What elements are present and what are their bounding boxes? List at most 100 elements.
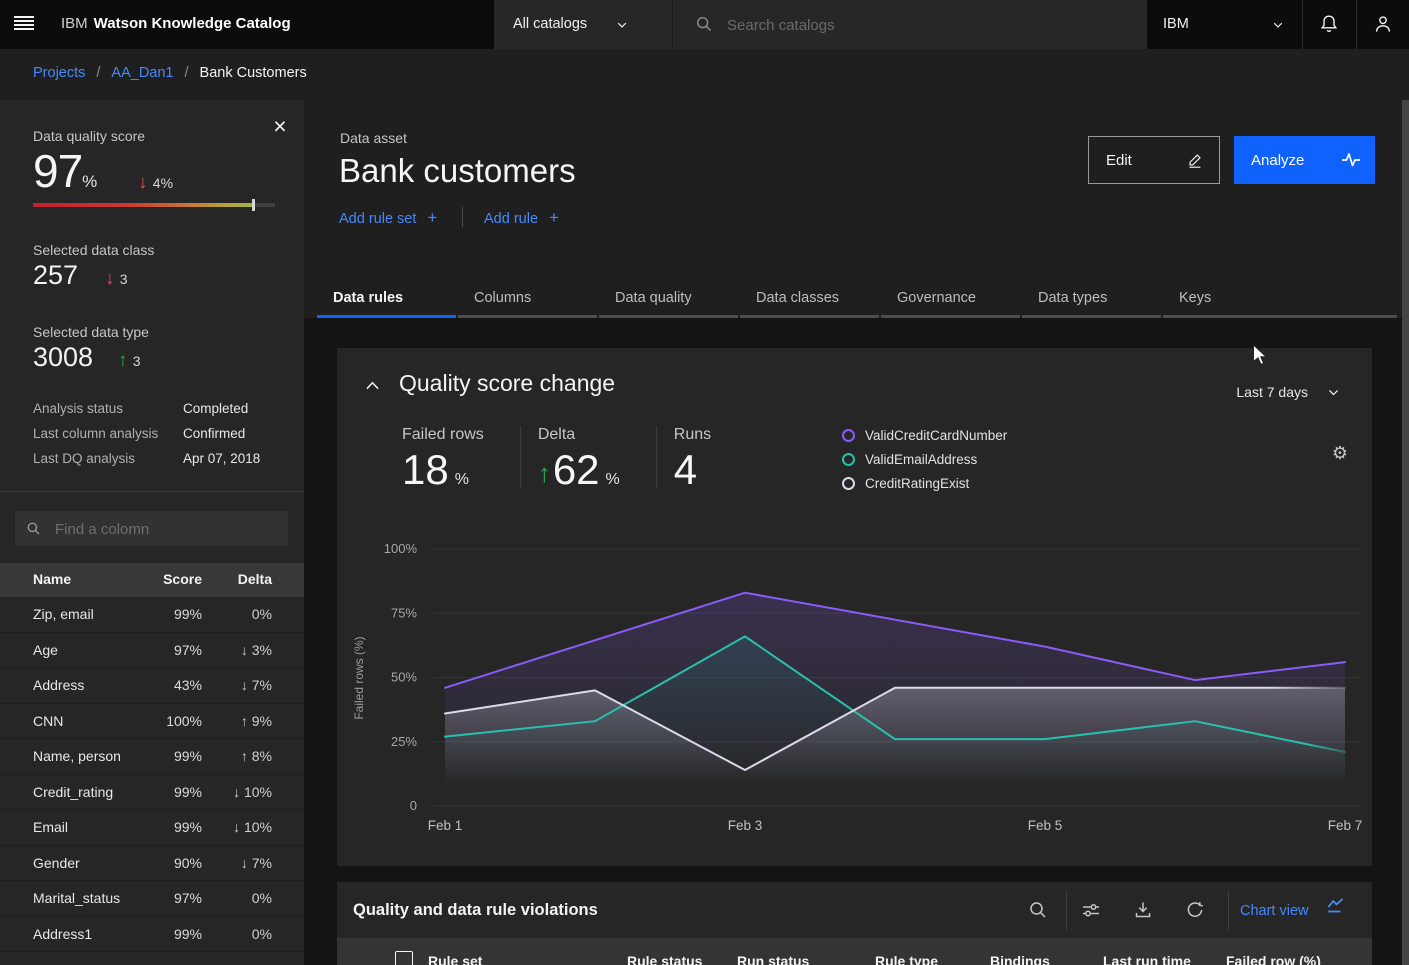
catalog-selector[interactable]: All catalogs xyxy=(494,0,673,49)
violations-column-header[interactable]: Last run time xyxy=(1103,953,1191,965)
breadcrumb-link[interactable]: Projects xyxy=(33,65,85,81)
legend-label: ValidEmailAddress xyxy=(865,452,977,467)
tab[interactable]: Data quality xyxy=(599,280,738,318)
top-bar: IBMWatson Knowledge Catalog All catalogs… xyxy=(0,0,1409,49)
bell-icon xyxy=(1319,14,1339,34)
violations-column-header[interactable]: Rule status xyxy=(627,953,702,965)
svg-text:Feb 3: Feb 3 xyxy=(728,818,763,833)
asset-tabs: Data rulesColumnsData qualityData classe… xyxy=(317,280,1399,318)
violations-column-header[interactable]: Failed row (%) xyxy=(1226,953,1321,965)
menu-icon[interactable] xyxy=(14,16,34,32)
table-row[interactable]: Zip, email 99% 0% xyxy=(0,597,304,633)
column-header-delta[interactable]: Delta xyxy=(220,571,272,587)
breadcrumb-link[interactable]: Bank Customers xyxy=(200,65,307,81)
chevron-down-icon xyxy=(1327,386,1340,399)
column-header-name[interactable]: Name xyxy=(33,571,71,587)
catalog-search-block: All catalogs xyxy=(494,0,1147,49)
column-name: Age xyxy=(33,642,58,658)
stat-block: Delta 62 % xyxy=(521,426,657,489)
table-row[interactable]: Gender 90% 7% xyxy=(0,846,304,882)
legend-ring-icon xyxy=(842,453,855,466)
column-search-input[interactable] xyxy=(53,517,282,541)
breadcrumb-link[interactable]: AA_Dan1 xyxy=(111,65,173,81)
search-button[interactable] xyxy=(1022,894,1054,926)
settings-adjust-icon xyxy=(1081,900,1101,920)
column-delta: 0% xyxy=(220,926,272,942)
column-name: Credit_rating xyxy=(33,784,113,800)
tab[interactable]: Columns xyxy=(458,280,597,318)
refresh-button[interactable] xyxy=(1179,894,1211,926)
violations-column-header[interactable]: Bindings xyxy=(990,953,1050,965)
table-row[interactable]: Age 97% 3% xyxy=(0,633,304,669)
column-name: Address1 xyxy=(33,926,92,942)
columns-table: Zip, email 99% 0% Age 97% 3% Address 43%… xyxy=(0,597,304,952)
tab[interactable]: Data rules xyxy=(317,280,456,318)
table-row[interactable]: Address 43% 7% xyxy=(0,668,304,704)
account-menu[interactable]: IBM xyxy=(1147,0,1302,49)
column-name: Email xyxy=(33,819,68,835)
profile-button[interactable] xyxy=(1356,0,1409,49)
legend-item[interactable]: ValidEmailAddress xyxy=(842,452,1007,467)
chart-view-toggle[interactable]: Chart view xyxy=(1240,903,1309,919)
page-scrollbar[interactable] xyxy=(1402,100,1409,965)
failed-rows-line-chart[interactable]: 100%75%50%25%0Failed rows (%)Feb 1Feb 3F… xyxy=(337,534,1372,844)
table-row[interactable]: Marital_status 97% 0% xyxy=(0,881,304,917)
plus-icon: + xyxy=(427,208,437,227)
select-all-checkbox[interactable] xyxy=(395,951,413,965)
column-delta: 10% xyxy=(220,784,272,800)
stat-value: 18 xyxy=(402,451,449,489)
violations-column-header[interactable]: Run status xyxy=(737,953,809,965)
status-label: Last column analysis xyxy=(33,426,158,441)
svg-text:100%: 100% xyxy=(384,541,418,556)
tab[interactable]: Data classes xyxy=(740,280,879,318)
table-row[interactable]: Name, person 99% 8% xyxy=(0,739,304,775)
violations-title: Quality and data rule violations xyxy=(353,901,598,920)
legend-item[interactable]: CreditRatingExist xyxy=(842,476,1007,491)
svg-text:Failed rows (%): Failed rows (%) xyxy=(352,636,366,719)
add-rule-link[interactable]: Add rule+ xyxy=(484,208,559,228)
edit-button[interactable]: Edit xyxy=(1088,136,1220,184)
stat-block: Runs 4 xyxy=(657,426,747,489)
collapse-icon[interactable] xyxy=(365,380,380,391)
table-row[interactable]: Email 99% 10% xyxy=(0,810,304,846)
notifications-button[interactable] xyxy=(1302,0,1356,49)
violations-column-header[interactable]: Rule set xyxy=(428,953,482,965)
search-icon xyxy=(695,15,713,33)
status-row: Analysis status Completed xyxy=(0,401,304,426)
tab[interactable]: Data types xyxy=(1022,280,1161,318)
analysis-status-list: Analysis status Completed Last column an… xyxy=(0,401,304,476)
quality-score-delta: 4% xyxy=(138,172,173,194)
search-icon xyxy=(1028,900,1048,920)
stat-label: Runs xyxy=(674,426,711,444)
column-score: 90% xyxy=(150,855,202,871)
table-row[interactable]: Credit_rating 99% 10% xyxy=(0,775,304,811)
filter-button[interactable] xyxy=(1075,894,1107,926)
tab[interactable]: Keys xyxy=(1163,280,1397,318)
violations-column-header[interactable]: Rule type xyxy=(875,953,938,965)
time-range-selector[interactable]: Last 7 days xyxy=(1210,378,1350,406)
table-row[interactable]: Address1 99% 0% xyxy=(0,917,304,953)
analyze-button[interactable]: Analyze xyxy=(1234,136,1375,184)
close-icon[interactable]: × xyxy=(266,112,294,140)
legend-item[interactable]: ValidCreditCardNumber xyxy=(842,428,1007,443)
time-range-value: Last 7 days xyxy=(1236,384,1308,400)
column-delta: 8% xyxy=(220,748,272,764)
add-rule-set-link[interactable]: Add rule set+ xyxy=(339,208,437,228)
svg-text:Feb 1: Feb 1 xyxy=(428,818,463,833)
column-delta: 9% xyxy=(220,713,272,729)
status-row: Last DQ analysis Apr 07, 2018 xyxy=(0,451,304,476)
status-row: Last column analysis Confirmed xyxy=(0,426,304,451)
column-header-score[interactable]: Score xyxy=(150,571,202,587)
column-score: 97% xyxy=(150,642,202,658)
table-row[interactable]: CNN 100% 9% xyxy=(0,704,304,740)
data-class-delta: 3 xyxy=(105,268,128,290)
quality-meter-marker xyxy=(252,199,255,211)
status-label: Analysis status xyxy=(33,401,123,416)
tab[interactable]: Governance xyxy=(881,280,1020,318)
chart-view-button[interactable] xyxy=(1325,895,1355,925)
breadcrumb-bar: Projects AA_Dan1 Bank Customers xyxy=(0,49,1409,100)
search-input[interactable] xyxy=(725,12,1109,38)
violations-card: Quality and data rule violations xyxy=(337,882,1372,965)
gear-icon[interactable]: ⚙ xyxy=(1332,444,1348,462)
download-button[interactable] xyxy=(1127,894,1159,926)
